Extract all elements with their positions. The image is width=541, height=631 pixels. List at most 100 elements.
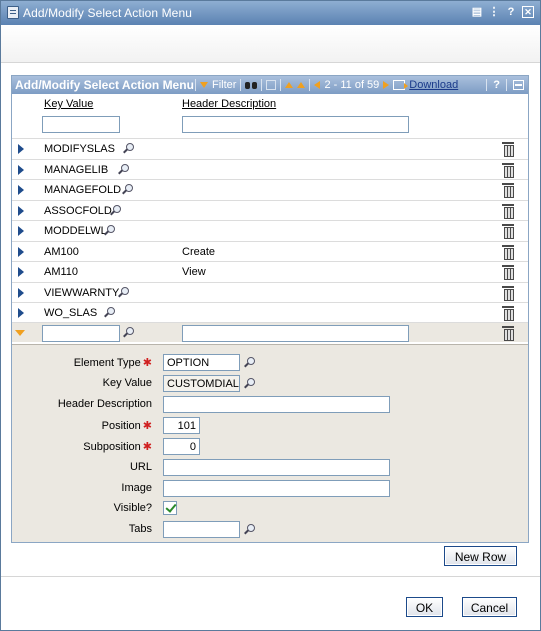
expand-row-icon[interactable] — [18, 246, 24, 257]
table-row[interactable]: VIEWWARNTY — [12, 281, 528, 302]
expand-row-icon[interactable] — [18, 164, 24, 175]
delete-row-icon[interactable] — [502, 264, 514, 280]
delete-row-icon[interactable] — [502, 305, 514, 321]
dialog-window: Add/Modify Select Action Menu ▤ ⋮ ? ✕ Ad… — [0, 0, 541, 631]
panel-header-right: ? — [486, 76, 524, 94]
download-link[interactable]: Download — [409, 79, 458, 91]
download-icon[interactable] — [393, 80, 409, 90]
table-row[interactable]: MANAGEFOLD — [12, 179, 528, 199]
key-value-filter-input[interactable] — [42, 116, 120, 133]
filter-link[interactable]: Filter — [212, 79, 236, 91]
table-row[interactable]: AM100 Create — [12, 240, 528, 261]
element-type-lookup-icon[interactable] — [244, 357, 255, 368]
table-row[interactable]: MODIFYSLAS — [12, 138, 528, 158]
row-lookup-icon[interactable] — [122, 184, 133, 195]
expand-row-icon[interactable] — [18, 185, 24, 195]
table-row[interactable]: WO_SLAS — [12, 302, 528, 322]
collapse-row-icon[interactable] — [15, 330, 25, 336]
next-page-icon[interactable] — [383, 81, 390, 89]
image-field[interactable] — [163, 480, 390, 497]
first-page-icon[interactable] — [285, 82, 294, 88]
help-icon[interactable]: ? — [505, 6, 517, 18]
column-header-header-description[interactable]: Header Description — [182, 98, 276, 110]
delete-row-icon[interactable] — [502, 244, 514, 260]
toolbar-separator — [309, 79, 311, 91]
header-description-field[interactable] — [163, 396, 390, 413]
key-value-lookup-icon[interactable] — [123, 327, 134, 338]
row-key-value: MODDELWL — [44, 225, 107, 237]
expand-row-icon[interactable] — [18, 226, 24, 236]
column-header-key-value[interactable]: Key Value — [44, 98, 93, 110]
row-lookup-icon[interactable] — [123, 143, 134, 154]
edit-header-description-input[interactable] — [182, 325, 409, 342]
visible-checkbox[interactable] — [163, 501, 177, 515]
delete-row-icon[interactable] — [502, 141, 514, 157]
cancel-button[interactable]: Cancel — [462, 597, 517, 617]
menu-icon[interactable]: ▤ — [471, 6, 483, 18]
element-type-label: Element Type ✱ — [73, 357, 152, 369]
row-lookup-icon[interactable] — [110, 204, 121, 216]
page-range-text: 2 - 11 of 59 — [324, 79, 380, 91]
element-type-field[interactable]: OPTION — [163, 354, 240, 371]
key-value-field[interactable]: CUSTOMDIAL — [163, 375, 240, 392]
expand-row-icon[interactable] — [18, 144, 24, 154]
minimize-panel-icon[interactable] — [513, 80, 524, 90]
image-label: Image — [121, 482, 152, 494]
ok-button[interactable]: OK — [406, 597, 443, 617]
subposition-field[interactable]: 0 — [163, 438, 200, 455]
ok-button-label: OK — [407, 598, 442, 616]
delete-row-icon[interactable] — [502, 162, 514, 178]
dialog-icon — [7, 6, 19, 19]
edit-key-value-input[interactable] — [42, 325, 120, 342]
previous-set-icon[interactable] — [297, 82, 306, 88]
key-value-detail-lookup-icon[interactable] — [244, 378, 255, 389]
tabs-field[interactable] — [163, 521, 240, 538]
table-row[interactable]: MODDELWL — [12, 220, 528, 240]
delete-row-icon[interactable] — [502, 203, 514, 219]
delete-row-icon[interactable] — [502, 285, 514, 301]
row-lookup-icon[interactable] — [118, 163, 129, 175]
more-icon[interactable]: ⋮ — [488, 6, 500, 18]
table-row[interactable]: AM110 View — [12, 261, 528, 281]
position-label: Position ✱ — [101, 420, 152, 432]
tabs-lookup-icon[interactable] — [244, 524, 255, 535]
panel-help-icon[interactable]: ? — [493, 79, 500, 91]
previous-page-icon[interactable] — [314, 81, 321, 89]
row-detail-form: Element Type ✱ OPTION Key Value CUSTOMDIA… — [12, 344, 528, 542]
cancel-button-label: Cancel — [463, 598, 516, 616]
expand-row-icon[interactable] — [18, 308, 24, 318]
new-row-button[interactable]: New Row — [444, 546, 517, 566]
url-field[interactable] — [163, 459, 390, 476]
filter-icon[interactable] — [200, 82, 208, 88]
title-bar: Add/Modify Select Action Menu ▤ ⋮ ? ✕ — [1, 1, 540, 25]
position-field[interactable]: 101 — [163, 417, 200, 434]
visible-label: Visible? — [113, 502, 152, 514]
expand-row-icon[interactable] — [18, 267, 24, 277]
window-title: Add/Modify Select Action Menu — [23, 6, 192, 20]
delete-row-icon[interactable] — [502, 223, 514, 239]
row-lookup-icon[interactable] — [118, 286, 129, 298]
row-header-description: Create — [182, 245, 216, 258]
grid-panel: Add/Modify Select Action Menu Filter 2 -… — [11, 75, 529, 543]
toolbar-separator — [240, 79, 242, 91]
row-key-value: MANAGELIB — [44, 163, 109, 176]
delete-row-icon[interactable] — [502, 182, 514, 198]
tabs-label: Tabs — [128, 523, 152, 535]
find-icon[interactable] — [245, 81, 258, 90]
editing-row[interactable] — [12, 322, 528, 342]
row-lookup-icon[interactable] — [104, 225, 115, 236]
expand-row-icon[interactable] — [18, 205, 24, 216]
row-key-value: WO_SLAS — [44, 307, 98, 319]
table-row[interactable]: ASSOCFOLD — [12, 199, 528, 220]
row-lookup-icon[interactable] — [104, 307, 115, 318]
close-icon[interactable]: ✕ — [522, 6, 534, 18]
expand-row-icon[interactable] — [18, 287, 24, 298]
row-key-value: MODIFYSLAS — [44, 143, 115, 155]
header-description-filter-input[interactable] — [182, 116, 409, 133]
toolbar-separator — [506, 79, 507, 91]
toolbar-separator — [486, 79, 488, 91]
panel-toolbar: Filter 2 - 11 of 59 Download — [195, 76, 458, 94]
view-icon[interactable] — [266, 80, 277, 90]
delete-row-icon[interactable] — [502, 325, 514, 341]
table-row[interactable]: MANAGELIB — [12, 158, 528, 179]
